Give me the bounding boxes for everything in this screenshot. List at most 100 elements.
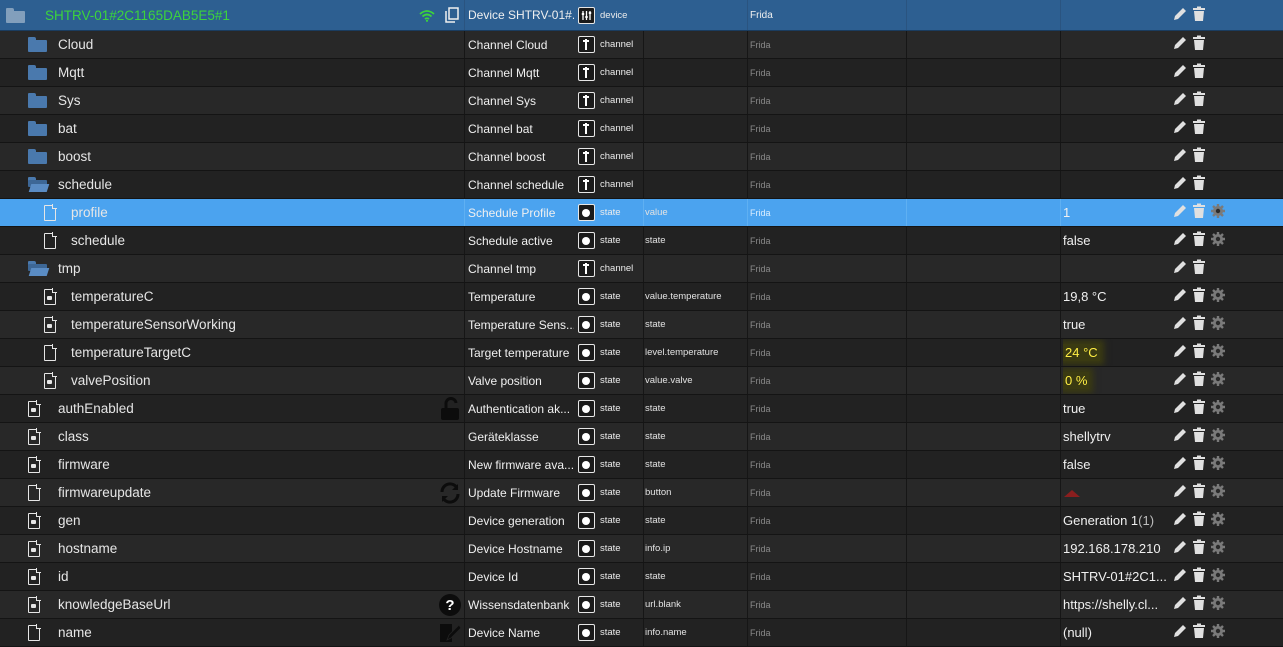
tree-row[interactable]: Cloud Channel Cloud channel Frida: [0, 31, 1283, 59]
tree-row[interactable]: firmware New firmware ava... state state Fri…: [0, 451, 1283, 479]
edit-icon[interactable]: [1172, 371, 1188, 390]
trash-icon[interactable]: [1192, 119, 1206, 138]
edit-icon[interactable]: [1172, 315, 1188, 334]
copy-icon[interactable]: [442, 0, 462, 30]
edit-icon[interactable]: [1172, 259, 1188, 278]
object-value[interactable]: false: [1063, 227, 1171, 254]
trash-icon[interactable]: [1192, 623, 1206, 642]
tree-row[interactable]: bat Channel bat channel Frida: [0, 115, 1283, 143]
edit-icon[interactable]: [1172, 455, 1188, 474]
object-value[interactable]: 192.168.178.210: [1063, 535, 1171, 562]
trash-icon[interactable]: [1192, 231, 1206, 250]
trash-icon[interactable]: [1192, 483, 1206, 502]
trash-icon[interactable]: [1192, 91, 1206, 110]
settings-icon[interactable]: [1210, 203, 1226, 222]
edit-icon[interactable]: [1172, 231, 1188, 250]
settings-icon[interactable]: [1210, 427, 1226, 446]
trash-icon[interactable]: [1192, 35, 1206, 54]
settings-icon[interactable]: [1210, 343, 1226, 362]
edit-icon[interactable]: [1172, 203, 1188, 222]
settings-icon[interactable]: [1210, 455, 1226, 474]
trash-icon[interactable]: [1192, 287, 1206, 306]
tree-row[interactable]: Sys Channel Sys channel Frida: [0, 87, 1283, 115]
trash-icon[interactable]: [1192, 567, 1206, 586]
settings-icon[interactable]: [1210, 315, 1226, 334]
trash-icon[interactable]: [1192, 455, 1206, 474]
edit-icon[interactable]: [1172, 483, 1188, 502]
device-row[interactable]: SHTRV-01#2C1165DAB5E5#1 Device SHTRV-01#…: [0, 0, 1283, 31]
help-icon[interactable]: ?: [436, 591, 464, 618]
trash-icon[interactable]: [1192, 511, 1206, 530]
object-value[interactable]: SHTRV-01#2C1...: [1063, 563, 1171, 590]
edit-icon[interactable]: [1172, 567, 1188, 586]
refresh-icon[interactable]: [436, 479, 464, 506]
trash-icon[interactable]: [1192, 427, 1206, 446]
trigger-button-icon[interactable]: [1063, 488, 1081, 498]
edit-icon[interactable]: [1172, 119, 1188, 138]
object-value[interactable]: false: [1063, 451, 1171, 478]
tree-row[interactable]: schedule Schedule active state state Frida fa…: [0, 227, 1283, 255]
edit-icon[interactable]: [1172, 623, 1188, 642]
tree-row[interactable]: profile Schedule Profile state value Frida 1: [0, 199, 1283, 227]
tree-row[interactable]: boost Channel boost channel Frida: [0, 143, 1283, 171]
trash-icon[interactable]: [1192, 147, 1206, 166]
tree-row[interactable]: class Geräteklasse state state Frida shellytr…: [0, 423, 1283, 451]
edit-icon[interactable]: [1172, 399, 1188, 418]
edit-icon[interactable]: [1172, 427, 1188, 446]
settings-icon[interactable]: [1210, 511, 1226, 530]
object-value[interactable]: (null): [1063, 619, 1171, 646]
tree-row[interactable]: tmp Channel tmp channel Frida: [0, 255, 1283, 283]
edit-name-icon[interactable]: [436, 619, 464, 646]
object-value[interactable]: true: [1063, 311, 1171, 338]
tree-row[interactable]: schedule Channel schedule channel Frida: [0, 171, 1283, 199]
settings-icon[interactable]: [1210, 483, 1226, 502]
settings-icon[interactable]: [1210, 539, 1226, 558]
tree-row[interactable]: Mqtt Channel Mqtt channel Frida: [0, 59, 1283, 87]
tree-row[interactable]: authEnabled Authentication ak... state stat…: [0, 395, 1283, 423]
object-value[interactable]: 0 %: [1063, 367, 1171, 394]
trash-icon[interactable]: [1192, 399, 1206, 418]
tree-row[interactable]: temperatureC Temperature state value.temper…: [0, 283, 1283, 311]
edit-icon[interactable]: [1172, 91, 1188, 110]
object-value[interactable]: 19,8 °C: [1063, 283, 1171, 310]
object-value[interactable]: https://shelly.cl...: [1063, 591, 1171, 618]
edit-icon[interactable]: [1172, 287, 1188, 306]
tree-row[interactable]: hostname Device Hostname state info.ip Frida…: [0, 535, 1283, 563]
edit-icon[interactable]: [1172, 539, 1188, 558]
trash-icon[interactable]: [1192, 371, 1206, 390]
trash-icon[interactable]: [1192, 259, 1206, 278]
settings-icon[interactable]: [1210, 623, 1226, 642]
settings-icon[interactable]: [1210, 371, 1226, 390]
object-value[interactable]: true: [1063, 395, 1171, 422]
trash-icon[interactable]: [1192, 315, 1206, 334]
trash-icon[interactable]: [1192, 539, 1206, 558]
edit-icon[interactable]: [1172, 6, 1188, 25]
tree-row[interactable]: gen Device generation state state Frida Gener…: [0, 507, 1283, 535]
settings-icon[interactable]: [1210, 595, 1226, 614]
object-value[interactable]: shellytrv: [1063, 423, 1171, 450]
tree-row[interactable]: firmwareupdate Update Firmware state button…: [0, 479, 1283, 507]
edit-icon[interactable]: [1172, 63, 1188, 82]
object-value[interactable]: 1: [1063, 199, 1171, 226]
edit-icon[interactable]: [1172, 595, 1188, 614]
trash-icon[interactable]: [1192, 595, 1206, 614]
trash-icon[interactable]: [1192, 175, 1206, 194]
settings-icon[interactable]: [1210, 287, 1226, 306]
edit-icon[interactable]: [1172, 147, 1188, 166]
tree-row[interactable]: id Device Id state state Frida SHTRV-01#2C1..…: [0, 563, 1283, 591]
object-value[interactable]: 24 °C: [1063, 339, 1171, 366]
trash-icon[interactable]: [1192, 203, 1206, 222]
edit-icon[interactable]: [1172, 343, 1188, 362]
edit-icon[interactable]: [1172, 511, 1188, 530]
tree-row[interactable]: temperatureSensorWorking Temperature Sens…: [0, 311, 1283, 339]
trash-icon[interactable]: [1192, 63, 1206, 82]
tree-row[interactable]: temperatureTargetC Target temperature stat…: [0, 339, 1283, 367]
edit-icon[interactable]: [1172, 35, 1188, 54]
edit-icon[interactable]: [1172, 175, 1188, 194]
object-value[interactable]: Generation 1 (1): [1063, 507, 1171, 534]
object-value[interactable]: [1063, 479, 1171, 506]
trash-icon[interactable]: [1192, 343, 1206, 362]
trash-icon[interactable]: [1192, 6, 1206, 25]
settings-icon[interactable]: [1210, 399, 1226, 418]
settings-icon[interactable]: [1210, 231, 1226, 250]
